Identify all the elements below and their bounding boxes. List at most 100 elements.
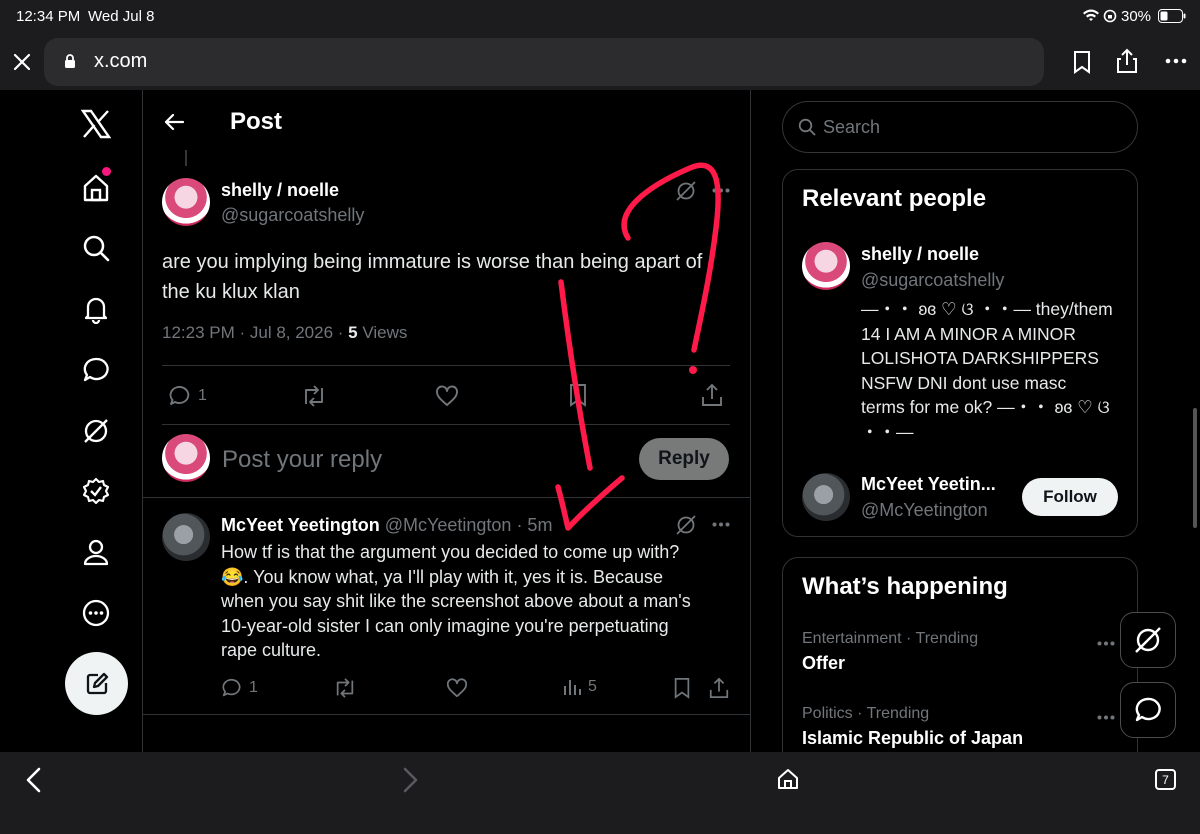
person1-handle[interactable]: @sugarcoatshelly [861, 270, 1004, 291]
person2-name[interactable]: McYeet Yeetin... [861, 474, 996, 495]
more-options-icon[interactable] [1165, 58, 1187, 64]
search-icon [798, 118, 816, 136]
reply-views[interactable]: 5 [562, 677, 597, 697]
grok-reply-icon[interactable] [675, 514, 697, 536]
reply-more-icon[interactable] [712, 522, 730, 527]
address-bar[interactable] [44, 38, 1044, 86]
share-icon[interactable] [1115, 48, 1139, 74]
status-bar: 12:34 PM Wed Jul 8 30% [0, 0, 1200, 34]
reply-text: How tf is that the argument you decided … [221, 540, 741, 663]
bookmark-icon[interactable] [1071, 50, 1093, 74]
reply-repost-icon[interactable] [332, 677, 358, 699]
close-tab-icon[interactable] [10, 50, 34, 74]
post-text-line: the ku klux klan [162, 281, 300, 303]
bio-line: terms for me ok? —・・ ʚɞ ♡ ଓ [861, 397, 1110, 417]
bookmark-post-icon[interactable] [567, 383, 589, 407]
trend-more-icon[interactable] [1097, 641, 1115, 646]
person1-name[interactable]: shelly / noelle [861, 244, 979, 265]
search-nav-icon[interactable] [60, 224, 132, 272]
whats-happening-title: What’s happening [802, 573, 1008, 600]
grok-icon[interactable] [60, 407, 132, 455]
reply-bookmark-icon[interactable] [672, 677, 692, 699]
column-divider-left [142, 90, 143, 752]
person1-bio: —・・ ʚɞ ♡ ଓ ・・— they/them 14 I AM A MINOR… [861, 297, 1131, 444]
compose-icon [84, 671, 110, 697]
person2-handle[interactable]: @McYeetington [861, 500, 988, 521]
reply-submit-button[interactable]: Reply [639, 438, 729, 480]
status-time: 12:34 PM [16, 8, 81, 25]
compose-button[interactable] [65, 652, 128, 715]
messages-icon[interactable] [60, 346, 132, 394]
post-meta: 12:23 PM · Jul 8, 2026 · 5 Views [162, 323, 407, 343]
reply-share-icon[interactable] [708, 677, 730, 699]
status-date: Wed Jul 8 [88, 8, 155, 25]
trend-category: Entertainment · Trending [802, 630, 979, 647]
reply-text-line: How tf is that the argument you decided … [221, 542, 680, 562]
post-timestamp[interactable]: 12:23 PM · Jul 8, 2026 · [162, 323, 348, 342]
relevant-people-title: Relevant people [802, 185, 987, 212]
reply-time[interactable]: · 5m [516, 515, 552, 535]
reply-reply-button[interactable]: 1 [221, 677, 258, 699]
notifications-bell-icon[interactable] [60, 285, 132, 333]
more-circle-icon[interactable] [60, 589, 132, 637]
trend-more-icon[interactable] [1097, 715, 1115, 720]
reply-author-avatar[interactable] [162, 513, 210, 561]
reply-like-icon[interactable] [446, 677, 468, 699]
bio-line: LOLISHOTA DARKSHIPPERS [861, 348, 1099, 368]
tabs-button[interactable]: 7 [1155, 769, 1176, 790]
post-views-label: Views [357, 323, 408, 342]
share-post-icon[interactable] [700, 383, 724, 407]
post-author-avatar[interactable] [162, 178, 210, 226]
home-icon[interactable] [60, 164, 132, 212]
browser-home-icon[interactable] [777, 768, 799, 790]
profile-icon[interactable] [60, 528, 132, 576]
grok-icon [1135, 627, 1161, 653]
scrollbar-thumb[interactable] [1193, 408, 1197, 528]
browser-bottom-bar [0, 752, 1200, 834]
reply-text-line: 😂. You know what, ya I'll play with it, … [221, 566, 664, 587]
x-logo-icon[interactable] [60, 100, 132, 148]
messages-floating-button[interactable] [1120, 682, 1176, 738]
grok-floating-button[interactable] [1120, 612, 1176, 668]
battery-percent: 30% [1121, 8, 1152, 25]
person2-avatar[interactable] [802, 473, 850, 521]
messages-icon [1135, 697, 1161, 722]
post-author-handle[interactable]: @sugarcoatshelly [221, 205, 364, 226]
post-more-icon[interactable] [712, 188, 730, 193]
search-input[interactable]: Search [823, 117, 880, 138]
thread-line [185, 150, 187, 166]
trend-name[interactable]: Islamic Republic of Japan [802, 728, 1023, 749]
repost-icon[interactable] [300, 384, 328, 408]
reply-views-count: 5 [588, 678, 597, 695]
forward-icon[interactable] [400, 767, 420, 793]
grok-post-icon[interactable] [675, 180, 697, 202]
back-arrow-icon[interactable] [162, 110, 186, 134]
column-divider-right [750, 90, 751, 752]
post-reply-count: 1 [198, 387, 207, 404]
follow-button[interactable]: Follow [1022, 478, 1118, 516]
like-icon[interactable] [435, 384, 459, 408]
post-reply-button[interactable]: 1 [168, 384, 207, 408]
bio-line: NSFW DNI dont use masc [861, 372, 1067, 393]
reply-author-handle[interactable]: @McYeetington [385, 515, 512, 535]
person1-avatar[interactable] [802, 242, 850, 290]
verified-icon[interactable] [60, 467, 132, 515]
divider [143, 714, 750, 715]
trend-name[interactable]: Offer [802, 653, 845, 674]
reply-input[interactable]: Post your reply [222, 446, 382, 474]
reply-icon [222, 678, 241, 697]
url-text[interactable]: x.com [94, 50, 147, 73]
rotation-lock-icon [1103, 9, 1117, 23]
reply-text-line: rape culture. [221, 640, 322, 660]
annotation-question-dot [689, 366, 697, 374]
reply-icon [169, 386, 190, 405]
reply-reply-count: 1 [249, 679, 258, 696]
back-icon[interactable] [24, 767, 44, 793]
battery-icon [1158, 9, 1186, 23]
post-text-line: are you implying being immature is worse… [162, 251, 703, 273]
reply-author-name[interactable]: McYeet Yeetington [221, 515, 380, 535]
post-author-name[interactable]: shelly / noelle [221, 180, 339, 201]
annotation-arrow-head [555, 475, 625, 531]
page-title: Post [230, 108, 283, 135]
bio-line: —・・ ʚɞ ♡ ଓ ・・— they/them [861, 299, 1113, 319]
